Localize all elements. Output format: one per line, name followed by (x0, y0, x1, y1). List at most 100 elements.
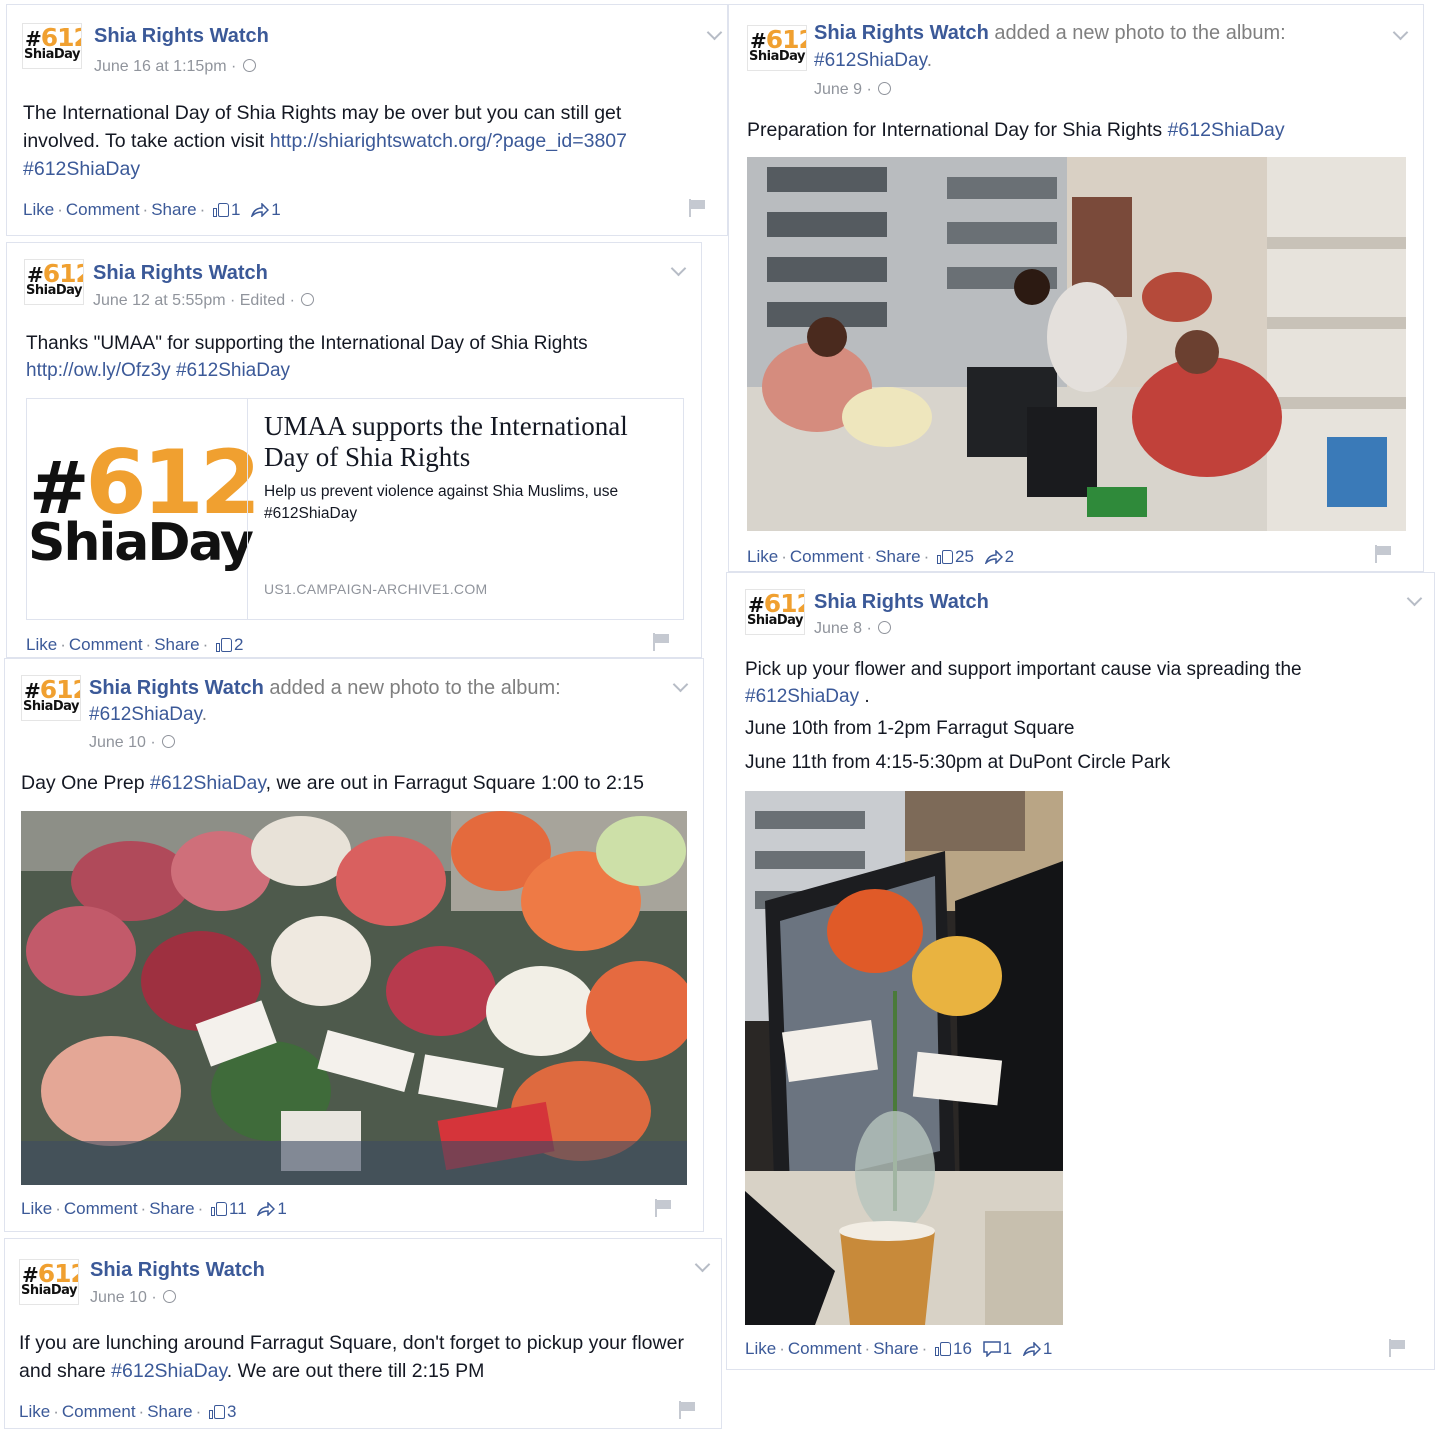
chevron-down-icon[interactable] (1392, 24, 1409, 41)
globe-icon (301, 293, 315, 306)
chevron-down-icon[interactable] (694, 1256, 711, 1273)
comment-button[interactable]: Comment (66, 200, 140, 219)
like-count-icon[interactable] (211, 1201, 227, 1216)
like-count[interactable]: 11 (229, 1199, 247, 1218)
chevron-down-icon[interactable] (706, 24, 723, 41)
like-button[interactable]: Like (745, 1339, 776, 1358)
desk-rose-photo[interactable] (745, 791, 1063, 1325)
post-date[interactable]: June 10 · (89, 734, 156, 751)
page-name-link[interactable]: Shia Rights Watch (814, 591, 989, 613)
share-count[interactable]: 1 (277, 1199, 286, 1218)
share-button[interactable]: Share (875, 547, 920, 566)
logo-text: ShiaDay (24, 47, 80, 62)
like-button[interactable]: Like (26, 635, 57, 654)
rose-desk-image (745, 791, 1063, 1325)
report-flag-icon[interactable] (1389, 1339, 1407, 1357)
post-text: If you are lunching around Farragut Squa… (19, 1332, 684, 1382)
share-count-icon[interactable] (257, 1202, 276, 1216)
hashtag-link[interactable]: #612ShiaDay (1168, 119, 1285, 141)
hashtag-link[interactable]: #612ShiaDay (23, 158, 140, 180)
post-june-12: #612 ShiaDay Shia Rights Watch June 12 a… (6, 242, 702, 658)
post-link[interactable]: http://shiarightswatch.org/?page_id=3807 (270, 130, 627, 152)
post-date[interactable]: June 8 · (814, 620, 872, 637)
comment-count-icon[interactable] (982, 1339, 1001, 1359)
like-count-icon[interactable] (937, 549, 953, 564)
share-button[interactable]: Share (151, 200, 196, 219)
page-name-link[interactable]: Shia Rights Watch (89, 677, 264, 699)
post-date[interactable]: June 16 at 1:15pm · (94, 58, 236, 75)
report-flag-icon[interactable] (689, 199, 707, 217)
post-link[interactable]: http://ow.ly/Ofz3y (26, 360, 171, 381)
report-flag-icon[interactable] (655, 1199, 673, 1217)
page-avatar[interactable]: #612 ShiaDay (747, 25, 807, 71)
like-count[interactable]: 25 (955, 547, 974, 566)
page-name-link[interactable]: Shia Rights Watch (94, 25, 269, 47)
album-link[interactable]: #612ShiaDay (89, 704, 202, 725)
hashtag-link[interactable]: #612ShiaDay (745, 686, 859, 707)
like-count[interactable]: 2 (234, 635, 243, 654)
hashtag-link[interactable]: #612ShiaDay (176, 360, 290, 381)
like-button[interactable]: Like (19, 1402, 50, 1421)
like-count-icon[interactable] (209, 1404, 225, 1419)
post-text: Pick up your flower and support importan… (745, 659, 1302, 707)
like-count[interactable]: 3 (227, 1402, 236, 1421)
page-name-link[interactable]: Shia Rights Watch (814, 22, 989, 44)
report-flag-icon[interactable] (1375, 545, 1393, 563)
share-count-icon[interactable] (1022, 1342, 1041, 1356)
hashtag-link[interactable]: #612ShiaDay (111, 1360, 227, 1382)
share-button[interactable]: Share (149, 1199, 194, 1218)
office-photo[interactable] (747, 157, 1406, 531)
post-june-9-photo: #612 ShiaDay Shia Rights Watch added a n… (728, 4, 1424, 572)
page-avatar[interactable]: #612 ShiaDay (24, 259, 84, 305)
comment-button[interactable]: Comment (69, 635, 143, 654)
page-avatar[interactable]: ##612612 ShiaDay (22, 23, 82, 69)
chevron-down-icon[interactable] (1406, 590, 1423, 607)
comment-button[interactable]: Comment (790, 547, 864, 566)
like-button[interactable]: Like (21, 1199, 52, 1218)
album-link[interactable]: #612ShiaDay (814, 50, 927, 71)
globe-icon (878, 82, 892, 95)
post-date[interactable]: June 9 · (814, 81, 872, 98)
comment-count[interactable]: 1 (1003, 1339, 1012, 1358)
comment-button[interactable]: Comment (788, 1339, 862, 1358)
share-count-icon[interactable] (251, 203, 270, 217)
post-june-10-photo: #612 ShiaDay Shia Rights Watch added a n… (4, 658, 704, 1232)
page-avatar[interactable]: #612 ShiaDay (19, 1259, 79, 1305)
report-flag-icon[interactable] (653, 633, 671, 651)
post-june-10-text: #612 ShiaDay Shia Rights Watch June 10 ·… (4, 1238, 722, 1429)
link-preview-card[interactable]: #612 ShiaDay UMAA supports the Internati… (26, 398, 684, 620)
like-button[interactable]: Like (23, 200, 54, 219)
share-button[interactable]: Share (873, 1339, 918, 1358)
comment-button[interactable]: Comment (62, 1402, 136, 1421)
share-button[interactable]: Share (147, 1402, 192, 1421)
like-count-icon[interactable] (213, 202, 229, 217)
share-button[interactable]: Share (154, 635, 199, 654)
share-count-icon[interactable] (984, 550, 1003, 564)
card-title[interactable]: UMAA supports the International Day of S… (264, 411, 664, 473)
page-name-link[interactable]: Shia Rights Watch (93, 262, 268, 284)
like-count-icon[interactable] (935, 1341, 951, 1356)
like-button[interactable]: Like (747, 547, 778, 566)
comment-button[interactable]: Comment (64, 1199, 138, 1218)
post-date[interactable]: June 12 at 5:55pm · Edited · (93, 292, 295, 309)
page-name-link[interactable]: Shia Rights Watch (90, 1259, 265, 1281)
globe-icon (242, 59, 256, 72)
share-count[interactable]: 1 (271, 200, 280, 219)
like-count[interactable]: 16 (953, 1339, 972, 1358)
post-text: Preparation for International Day for Sh… (747, 119, 1285, 141)
report-flag-icon[interactable] (679, 1401, 697, 1419)
chevron-down-icon[interactable] (672, 676, 689, 693)
post-june-16: ##612612 ShiaDay Shia Rights Watch June … (6, 4, 728, 236)
like-count-icon[interactable] (216, 637, 232, 652)
card-domain: US1.CAMPAIGN-ARCHIVE1.COM (264, 581, 488, 597)
page-avatar[interactable]: #612 ShiaDay (21, 675, 81, 721)
share-count[interactable]: 2 (1005, 547, 1014, 566)
post-date[interactable]: June 10 · (90, 1289, 157, 1306)
post-june-8-photo: #612 ShiaDay Shia Rights Watch June 8 · … (726, 572, 1435, 1370)
share-count[interactable]: 1 (1043, 1339, 1052, 1358)
hashtag-link[interactable]: #612ShiaDay (150, 772, 266, 794)
chevron-down-icon[interactable] (670, 260, 687, 277)
page-avatar[interactable]: #612 ShiaDay (745, 589, 805, 635)
like-count[interactable]: 1 (231, 200, 240, 219)
flowers-photo[interactable] (21, 811, 687, 1185)
